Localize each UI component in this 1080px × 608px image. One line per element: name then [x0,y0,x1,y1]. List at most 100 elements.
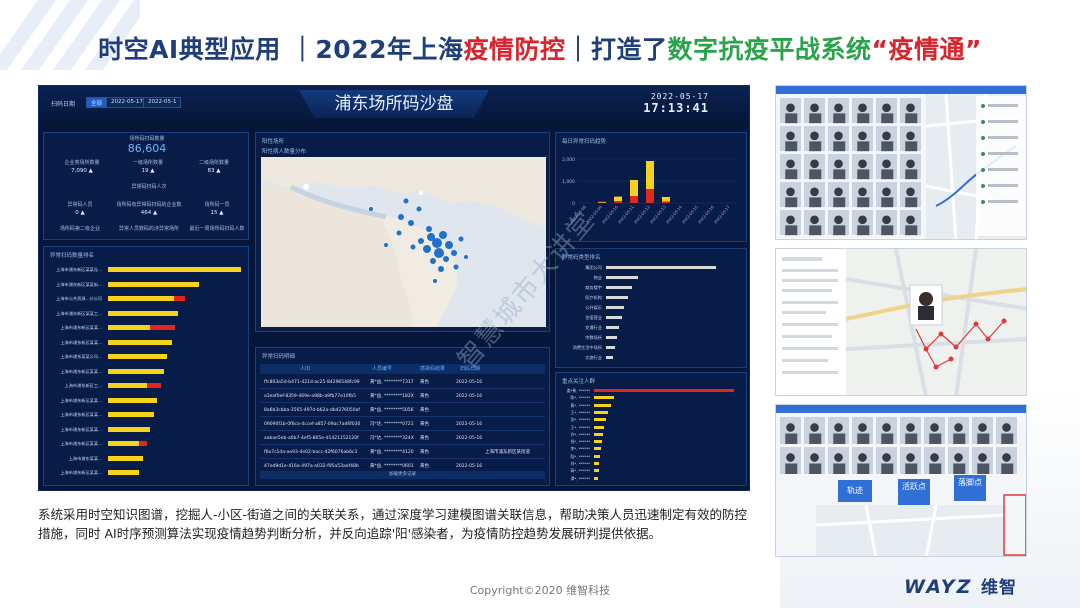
person-row[interactable]: 沈*, ****** [562,416,746,423]
face-body [833,463,846,474]
face-body [785,463,798,474]
table-row[interactable]: ffc803a5d-b471-421d-ac25-84296548fc99 黄*益… [260,376,545,389]
person-label: 刘*, ****** [570,461,591,466]
face-head [786,453,795,462]
face-head [834,423,843,432]
face-body [905,433,918,444]
type-row[interactable]: 集团公司 [562,263,746,272]
face-body [833,225,846,236]
face-head [834,187,843,197]
person-row[interactable]: 倪*, ****** [562,438,746,445]
bar-abnormal [646,189,654,203]
ranking-label: 上海市浦东新区某某社... [56,267,102,272]
ranking-label: 上海市浦东新区某某... [60,412,102,417]
person-row[interactable]: 姜*勇, ****** [562,387,746,394]
ranking-row[interactable]: 上海市公共资源...分公司 [50,294,246,303]
face-body [953,433,966,444]
ranking-row[interactable]: 上海市浦东新区某某街... [50,280,246,289]
person-row[interactable]: 王*, ****** [562,424,746,431]
face-body [785,433,798,444]
face-body [857,433,870,444]
type-row[interactable]: 消费生活中场所 [562,343,746,352]
face-head [810,423,819,432]
ranking-label: 上海市浦东新区某某... [60,368,102,374]
ranking-row[interactable]: 上海市浦东某某... [50,454,246,463]
face-body [1001,463,1014,474]
person-label: 王*, ****** [570,409,591,415]
person-label: 沈*, ****** [570,417,591,423]
ranking-row[interactable]: 上海市浦东新区工... [50,381,246,390]
person-bar [594,440,602,444]
type-row[interactable]: 住宿营业 [562,313,746,322]
face-body [881,141,894,152]
wayz-logo: WAYZ 维智 [904,573,1017,598]
daily-trend-title: 每日异常扫码趋势 [562,139,607,145]
person-row[interactable]: 李*, ****** [562,445,746,452]
cell-result: 黄色 [420,436,429,441]
person-row[interactable]: 刘*, ****** [562,460,746,467]
face-body [881,197,894,208]
ranking-row[interactable]: 上海市浦东新区某某... [50,323,246,332]
person-row[interactable]: 王*, ****** [562,409,746,416]
title-highlight-epidemic: 疫情防控 [463,35,566,64]
person-row[interactable]: 许*, ****** [562,431,746,438]
ranking-row[interactable]: 上海市浦东新区某某... [50,396,246,405]
face-body [785,113,798,124]
face-head [906,103,915,113]
type-row[interactable]: 物业 [562,273,746,282]
detail-table-header: 人ID 人员编号 感染码结果 扫码日期 [260,364,545,374]
type-row[interactable]: 交通行业 [562,323,746,332]
person-row[interactable]: 黄*, ****** [562,402,746,409]
ranking-bar-highlight [150,325,176,330]
y-tick-label: 1,000 [562,179,575,185]
ranking-row[interactable]: 上海市浦东新区某某... [50,410,246,419]
face-body [905,197,918,208]
face-head [906,453,915,462]
person-row[interactable]: 陈*, ****** [562,394,746,401]
table-row[interactable]: aabae5eb-a0b7-4ef5-865e-d1421152120f 冯*达,… [260,432,545,445]
load-more-button[interactable]: 加载更多记录 [260,471,545,479]
person-row[interactable]: 高*, ****** [562,467,746,474]
type-row[interactable]: 公共娱乐 [562,303,746,312]
table-row[interactable]: a3eaf0ef-8359-469e-a98b-a9fb77e10fb5 黄*益,… [260,390,545,403]
type-row[interactable]: 商务楼宇 [562,283,746,292]
face-head [810,453,819,462]
ranking-row[interactable]: 上海市浦东某某公司... [50,352,246,361]
ranking-row[interactable]: 上海市浦东新区某某社... [50,265,246,274]
ranking-row[interactable]: 上海市浦东新区某某... [50,367,246,376]
cell-number: 冯*达, ********324X [370,436,414,441]
face-body [857,113,870,124]
date-to-input[interactable]: 2022-05-1 [143,97,182,108]
ranking-bar [108,310,178,316]
table-row[interactable]: 8a6b3cbba-3565-497d-b62a-db4276050af 黄*益,… [260,404,545,417]
table-row[interactable]: 09090f1b-0f6ca-4ccef-a857-09ac7ad6f030 冯*… [260,418,545,431]
filter-tab-all[interactable]: 全部 [86,97,108,108]
ranking-row[interactable]: 上海市浦东新区某某... [50,338,246,347]
stat-level2: 二级场所数量 83 ▲ [198,160,229,174]
ranking-label: 上海市浦东新区某某... [60,397,102,403]
ranking-row[interactable]: 上海市浦东新区某某... [50,468,246,477]
face-head [858,159,867,169]
face-head [1002,423,1011,432]
trajectory-label: 轨迹 [838,480,872,502]
face-head [810,187,819,197]
person-row[interactable]: 谭*, ****** [562,475,746,482]
ranking-label: 上海市浦东某某... [68,455,102,461]
face-body [833,197,846,208]
type-row[interactable]: 文旅行业 [562,353,746,362]
ranking-row[interactable]: 上海市浦东新区某某工... [50,309,246,318]
person-row[interactable]: 陆*, ****** [562,453,746,460]
ranking-bar-highlight [138,441,148,446]
shanghai-map[interactable] [261,157,546,327]
ranking-row[interactable]: 上海市浦东新区某某... [50,439,246,448]
date-from-input[interactable]: 2022-05-17 [106,97,148,108]
bar-abnormal [662,201,670,203]
clock-date: 2022-05-17 [650,92,709,101]
type-row[interactable]: 医疗机构 [562,293,746,302]
person-bar [594,389,734,392]
type-row[interactable]: 宗教场所 [562,333,746,342]
face-head [786,423,795,432]
ranking-row[interactable]: 上海市浦东新区某某... [50,425,246,434]
ranking-bar [108,397,157,403]
table-row[interactable]: f6a7c1da-ae93-4e02-bacc-42f6076ab6c3 黄*益,… [260,446,545,459]
